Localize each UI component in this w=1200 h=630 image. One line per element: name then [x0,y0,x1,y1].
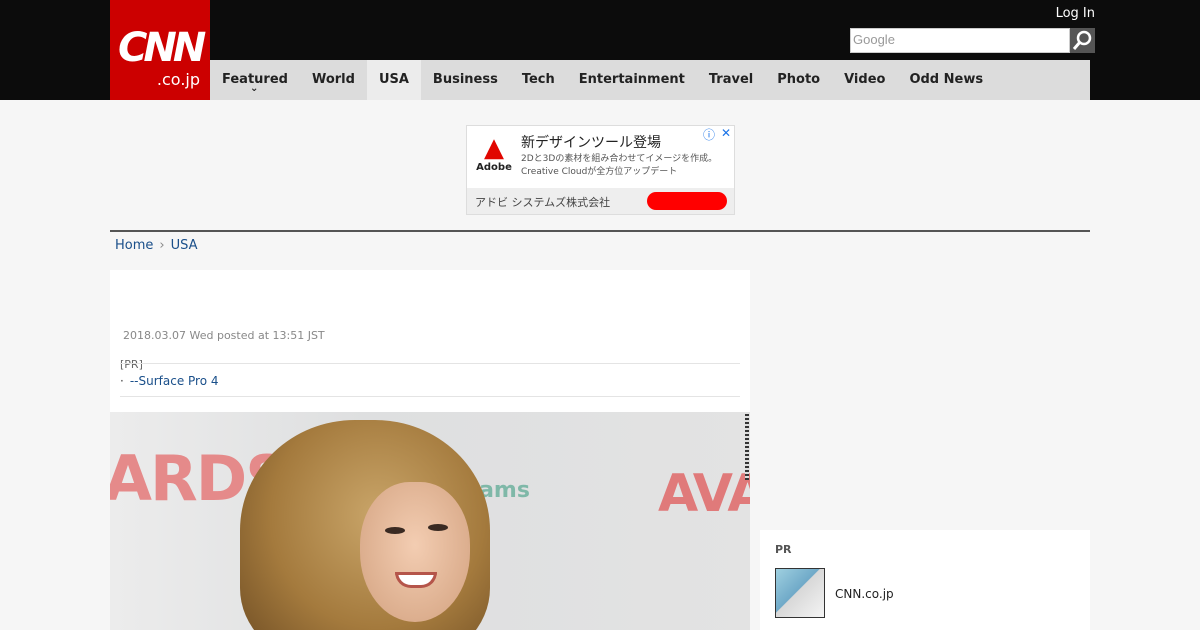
ad-footer: アドビ システムズ株式会社 [467,188,734,214]
breadcrumb: Home › USA [115,238,198,253]
login-link[interactable]: Log In [1056,6,1095,21]
ad-banner[interactable]: ▲ Adobe 新デザインツール登場 2Dと3Dの素材を組み合わせてイメージを作… [466,125,735,215]
nav-item-travel[interactable]: Travel [697,60,765,100]
search-icon [1072,30,1092,50]
photo-subject-eye [428,524,448,531]
breadcrumb-divider [110,230,1090,232]
nav-item-world[interactable]: World [300,60,367,100]
nav-item-business[interactable]: Business [421,60,510,100]
ad-brand: Adobe [476,162,512,173]
breadcrumb-home[interactable]: Home [115,238,153,253]
article-header: 2018.03.07 Wed posted at 13:51 JST [PR] … [110,270,750,412]
divider [120,363,740,364]
main-nav: Featured ⌄ World USA Business Tech Enter… [210,60,1090,100]
photo-subject-face [360,482,470,622]
nav-item-label: Video [844,72,886,87]
article-photo: ARDS eCams AVA [110,412,750,630]
adobe-a-icon: ▲ [484,133,504,163]
adobe-logo: ▲ Adobe [475,134,513,176]
nav-item-label: World [311,72,355,87]
photo-subject-eye [385,527,405,534]
logo-sub-text: .co.jp [156,70,200,89]
ad-description: 2Dと3Dの素材を組み合わせてイメージを作成。Creative Cloudが全方… [521,154,718,177]
nav-item-label: Photo [777,72,821,87]
nav-item-tech[interactable]: Tech [510,60,567,100]
chevron-down-icon: ⌄ [249,83,259,94]
cnn-logo[interactable]: CNN .co.jp [110,0,210,100]
backdrop-text: AVA [658,464,750,524]
pr-link-text[interactable]: --Surface Pro 4 [130,374,219,388]
nav-item-label: Business [432,72,498,87]
sidebar-pr-label: PR [775,543,792,556]
bullet-icon: · [120,374,124,388]
nav-item-label: Odd News [909,72,984,87]
breadcrumb-usa[interactable]: USA [171,238,198,253]
nav-item-label: Entertainment [578,72,685,87]
ad-info-icon[interactable]: ⓘ [703,126,715,143]
nav-item-label: USA [378,72,409,87]
nav-item-entertainment[interactable]: Entertainment [567,60,697,100]
sidebar-pr-link[interactable]: CNN.co.jp [835,587,894,601]
nav-item-label: Tech [521,72,555,87]
ad-close-icon[interactable]: ✕ [721,126,731,140]
pr-label: [PR] [120,358,143,371]
nav-item-featured[interactable]: Featured ⌄ [210,60,300,100]
nav-item-photo[interactable]: Photo [765,60,832,100]
nav-item-label: Travel [708,72,754,87]
search-input[interactable]: Google [850,28,1070,53]
chevron-right-icon: › [159,238,165,253]
pr-thumbnail[interactable] [775,568,825,618]
site-header: CNN .co.jp Log In Google Featured ⌄ Worl… [0,0,1200,100]
ad-title[interactable]: 新デザインツール登場 [521,132,661,152]
nav-item-usa[interactable]: USA [366,60,421,100]
pr-link-item[interactable]: · --Surface Pro 4 [120,374,219,388]
ad-company: アドビ システムズ株式会社 [475,196,611,209]
nav-item-odd-news[interactable]: Odd News [897,60,995,100]
logo-main-text: CNN [118,25,206,71]
ad-cta-button[interactable] [647,192,727,210]
search-button[interactable] [1070,28,1095,53]
sidebar-pr: PR CNN.co.jp [760,530,1090,630]
article-date: 2018.03.07 Wed posted at 13:51 JST [123,329,325,342]
photo-credit [745,414,749,480]
divider [120,396,740,397]
nav-item-video[interactable]: Video [832,60,897,100]
